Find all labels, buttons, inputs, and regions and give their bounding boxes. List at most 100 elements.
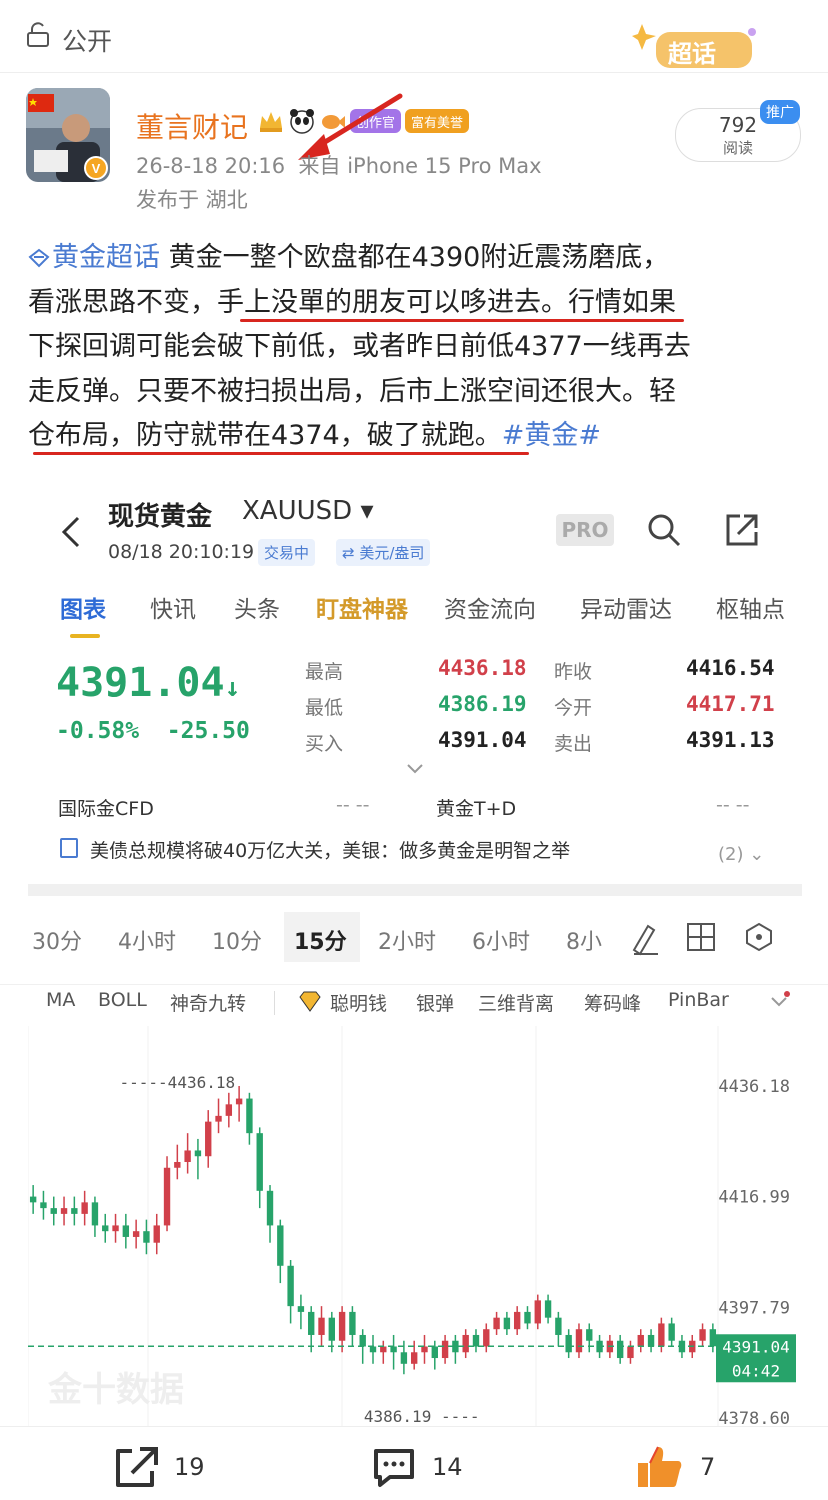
tab-fund-flow[interactable]: 资金流向 [444, 590, 536, 624]
interval-option-selected[interactable]: 15分 [294, 924, 347, 956]
interval-option[interactable]: 2小时 [378, 924, 436, 956]
candle-body [81, 1202, 88, 1214]
low-label: 最低 [305, 697, 344, 719]
candle-body [174, 1161, 181, 1168]
chevron-down-icon[interactable] [768, 991, 790, 1013]
comment-icon [374, 1449, 414, 1487]
candle-body [699, 1329, 706, 1341]
related-name[interactable]: 国际金CFD [58, 794, 154, 821]
search-icon[interactable] [646, 512, 682, 548]
bottom-action-bar: 19 14 7 [0, 1426, 828, 1500]
draw-tool-icon[interactable] [628, 920, 660, 956]
instrument-symbol-dropdown[interactable]: XAUUSD ▾ [242, 496, 374, 526]
grid-layout-icon[interactable] [686, 922, 716, 952]
indicator-option[interactable]: 神奇九转 [170, 989, 246, 1016]
indicator-option[interactable]: 银弹 [416, 989, 454, 1016]
y-axis-label: 4436.18 [718, 1077, 790, 1097]
topic-link[interactable]: 黄金超话 [52, 242, 160, 273]
post-text-highlighted: 手上没單的朋友可以哆进去。 [217, 286, 568, 318]
hashtag-link[interactable]: #黄金# [502, 420, 601, 451]
tab-pivot-points[interactable]: 枢轴点 [716, 590, 785, 624]
candle-body [462, 1334, 469, 1353]
tab-chart[interactable]: 图表 [60, 590, 106, 624]
visibility-label: 公开 [62, 27, 113, 56]
pro-icon[interactable]: PRO [556, 514, 614, 546]
promo-tag: 推广 [760, 100, 800, 124]
read-label: 阅读 [722, 139, 753, 157]
interval-option[interactable]: 10分 [212, 924, 262, 956]
indicator-option[interactable]: 聪明钱 [330, 989, 387, 1016]
candle-body [586, 1329, 593, 1341]
indicator-option[interactable]: 筹码峰 [584, 989, 641, 1016]
chevron-down-icon[interactable] [404, 762, 426, 776]
interval-option[interactable]: 8小 [566, 924, 602, 956]
red-underline-annotation [240, 319, 684, 322]
tab-watch-tool[interactable]: 盯盘神器 [316, 590, 408, 624]
tab-headlines[interactable]: 头条 [234, 590, 280, 624]
like-button[interactable]: 7 [634, 1446, 716, 1487]
last-price-tag-value: 4391.04 [722, 1337, 789, 1356]
bid-value: 4391.04 [438, 728, 527, 752]
red-underline-annotation [33, 452, 529, 455]
related-name[interactable]: 黄金T+D [436, 794, 516, 821]
username[interactable]: 董言财记 [136, 106, 248, 146]
super-topic-badge[interactable]: 超话 [632, 20, 762, 76]
share-button[interactable]: 19 [112, 1447, 205, 1487]
instrument-title: 现货黄金 [108, 502, 213, 532]
candle-body [235, 1098, 243, 1105]
change-percent: -0.58% [56, 718, 140, 744]
candle-body [287, 1265, 294, 1307]
back-icon[interactable] [56, 512, 86, 552]
indicator-option[interactable]: BOLL [98, 989, 147, 1011]
candle-body [390, 1346, 397, 1353]
candle-body [575, 1329, 583, 1353]
interval-option[interactable]: 4小时 [118, 924, 176, 956]
post-body: 黄金超话 黄金一整个欧盘都在4390附近震荡磨底， 看涨思路不变，手上没單的朋友… [28, 236, 808, 459]
avatar[interactable]: V [26, 88, 110, 182]
post-text-highlighted: 仓布局，防守就带在4374，破了就跑。 [28, 420, 502, 451]
news-headline[interactable]: 美债总规模将破40万亿大关，美银：做多黄金是明智之举 [90, 836, 570, 863]
candle-body [225, 1104, 233, 1116]
candle-body [359, 1334, 366, 1347]
interval-option[interactable]: 30分 [32, 924, 82, 956]
indicator-option[interactable]: MA [46, 989, 75, 1011]
interval-option[interactable]: 6小时 [472, 924, 530, 956]
unlock-icon [27, 22, 49, 47]
comment-count: 14 [432, 1453, 463, 1481]
post-location: 发布于 湖北 [136, 188, 248, 212]
tab-flash-news[interactable]: 快讯 [150, 590, 196, 624]
last-price-value: 4391.04 [56, 660, 225, 706]
ask-value: 4391.13 [686, 728, 775, 752]
news-count[interactable]: (2) ⌄ [718, 844, 764, 865]
candle-body [184, 1150, 191, 1162]
reputation-badge: 富有美誉 [405, 109, 470, 133]
like-count: 7 [700, 1453, 716, 1481]
settings-hexagon-icon[interactable] [744, 922, 774, 952]
top-bar: 公开 超话 [0, 0, 828, 73]
candle-body [647, 1334, 655, 1347]
comment-button[interactable]: 14 [370, 1447, 463, 1487]
app-tab-bar: 图表 快讯 头条 盯盘神器 资金流向 异动雷达 枢轴点 [0, 590, 828, 630]
share-out-icon[interactable] [724, 512, 760, 548]
candle-body [297, 1306, 305, 1312]
unit-toggle[interactable]: ⇄ 美元/盎司 [336, 539, 431, 566]
candle-body [524, 1311, 531, 1324]
share-icon [116, 1447, 158, 1487]
candle-body [29, 1196, 37, 1203]
candle-body [215, 1115, 222, 1122]
candle-body [328, 1317, 335, 1341]
last-price: 4391.04↓ [56, 660, 240, 706]
candle-body [637, 1334, 644, 1347]
low-value: 4386.19 [438, 692, 527, 716]
news-icon [60, 838, 78, 858]
indicator-option[interactable]: 三维背离 [478, 989, 554, 1016]
candle-body [555, 1317, 562, 1335]
candlestick-chart[interactable]: 金十数据 4436.18 4416.99 4397.79 4378.60 -----443… [28, 1026, 802, 1426]
countdown-label: 04:42 [732, 1361, 780, 1380]
change-absolute: -25.50 [166, 718, 250, 744]
indicator-option[interactable]: PinBar [668, 989, 729, 1011]
tab-anomaly-radar[interactable]: 异动雷达 [580, 590, 672, 624]
post-meta: 26-8-18 20:16 来自 iPhone 15 Pro Max [136, 150, 542, 180]
post-text: 看涨思路不变， [28, 286, 217, 318]
candle-body [153, 1225, 160, 1243]
